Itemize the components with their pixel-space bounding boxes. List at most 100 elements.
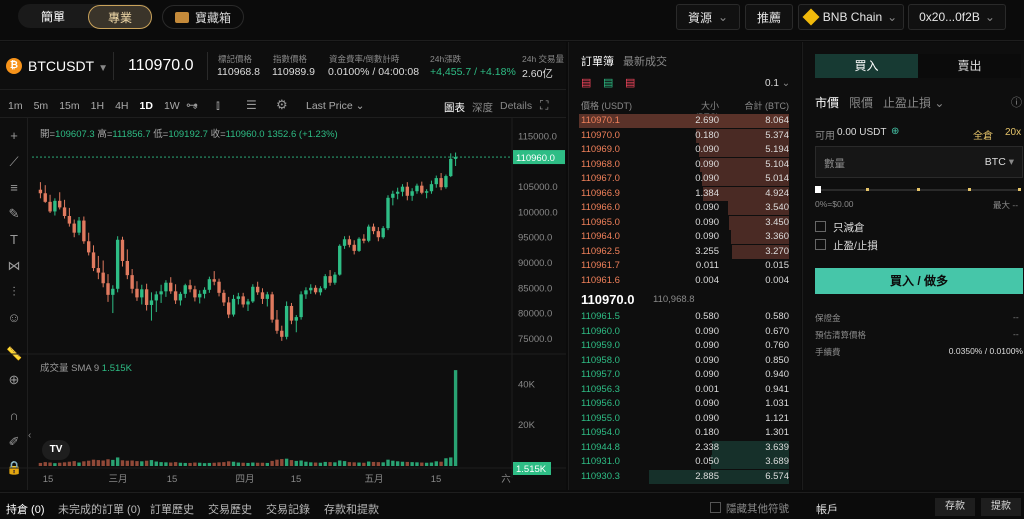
tab-details[interactable]: Details [500, 100, 532, 112]
gear-icon[interactable]: ⚙ [276, 97, 288, 113]
buy-long-button[interactable]: 買入 / 做多 [815, 268, 1023, 294]
bid-row[interactable]: 110959.0 0.090 0.760 [569, 339, 801, 353]
bid-row[interactable]: 110954.0 0.180 1.301 [569, 426, 801, 440]
tab-trade-history[interactable]: 交易歷史 [208, 501, 252, 517]
simple-mode-button[interactable]: 簡單 [22, 5, 84, 27]
bid-row[interactable]: 110958.0 0.090 0.850 [569, 354, 801, 368]
candle-body [62, 207, 67, 216]
bid-row[interactable]: 110957.0 0.090 0.940 [569, 368, 801, 382]
candle-body [130, 275, 134, 289]
tab-open-orders[interactable]: 未完成的訂單 (0) [58, 501, 141, 517]
ask-row[interactable]: 110966.9 1.384 4.924 [569, 186, 801, 201]
ask-row[interactable]: 110967.0 0.090 5.014 [569, 172, 801, 186]
ask-row[interactable]: 110966.0 0.090 3.540 [569, 201, 801, 215]
interval-15m[interactable]: 15m [59, 100, 79, 112]
leverage-button[interactable]: 20x [1005, 127, 1021, 138]
add-funds-icon[interactable]: ⊕ [891, 126, 899, 137]
hide-other-symbols-checkbox[interactable] [710, 502, 721, 513]
tab-chart[interactable]: 圖表 [444, 100, 465, 115]
order-type-tpsl[interactable]: 止盈止損 ⌄ [883, 94, 944, 111]
withdraw-button[interactable]: 提款 [981, 498, 1021, 516]
slider-mark-50[interactable] [917, 188, 920, 191]
price: 110956.0 [581, 398, 620, 409]
volume-bar [280, 459, 284, 466]
indicator-settings-icon[interactable]: ⊶ [186, 98, 198, 112]
volume-bar [386, 459, 390, 466]
price: 110969.0 [581, 144, 620, 155]
assets-dropdown[interactable]: 資源 ⌄ [676, 4, 740, 30]
interval-1h[interactable]: 1H [91, 100, 104, 112]
ask-row[interactable]: 110964.0 0.090 3.360 [569, 230, 801, 244]
volume-bar [415, 462, 419, 466]
slider-handle[interactable] [815, 186, 821, 193]
wallet-button[interactable]: 0x20...0f2B ⌄ [908, 4, 1006, 30]
tpsl-checkbox[interactable] [815, 239, 826, 250]
candle-type-icon[interactable]: ⫾ [216, 98, 220, 113]
indicators-icon[interactable]: ☰ [246, 98, 257, 112]
price-source-dropdown[interactable]: Last Price ⌄ [306, 100, 364, 112]
tab-deposits-withdrawals[interactable]: 存款和提款 [324, 501, 379, 517]
order-type-market[interactable]: 市價 [815, 94, 839, 111]
price: 110958.0 [581, 354, 620, 366]
bid-row[interactable]: 110931.0 0.050 3.689 [569, 455, 801, 469]
bid-row[interactable]: 110956.0 0.090 1.031 [569, 397, 801, 411]
bid-row[interactable]: 110956.3 0.001 0.941 [569, 383, 801, 397]
ask-row[interactable]: 110965.0 0.090 3.450 [569, 215, 801, 230]
bid-row[interactable]: 110944.8 2.338 3.639 [569, 440, 801, 455]
mark-price-value: 110968.8 [217, 66, 261, 78]
book-asks-only-icon[interactable]: ▤ [625, 76, 635, 89]
slider-mark-25[interactable] [866, 188, 869, 191]
book-bids-only-icon[interactable]: ▤ [603, 76, 613, 89]
interval-1m[interactable]: 1m [8, 100, 23, 112]
tab-depth[interactable]: 深度 [472, 100, 493, 115]
ask-row[interactable]: 110961.7 0.011 0.015 [569, 259, 801, 273]
symbol-selector[interactable]: BTCUSDT ▼ [28, 58, 108, 74]
interval-1d[interactable]: 1D [140, 100, 153, 112]
volume-bar [53, 463, 57, 466]
sell-tab[interactable]: 賣出 [918, 54, 1021, 78]
book-both-sides-icon[interactable]: ▤ [581, 76, 591, 89]
treasure-box-button[interactable]: 寶藏箱 [162, 5, 244, 29]
quantity-unit-dropdown[interactable]: BTC ▾ [985, 156, 1014, 168]
slider-mark-100[interactable] [1018, 188, 1021, 191]
bid-row[interactable]: 110955.0 0.090 1.121 [569, 412, 801, 426]
bid-row[interactable]: 110960.0 0.090 0.670 [569, 325, 801, 339]
volume-bar [111, 459, 115, 466]
bid-row[interactable]: 110961.5 0.580 0.580 [569, 310, 801, 324]
volume-bar [178, 462, 183, 466]
pro-mode-button[interactable]: 專業 [88, 5, 152, 29]
slider-mark-75[interactable] [968, 188, 971, 191]
chain-selector[interactable]: BNB Chain ⌄ [798, 4, 904, 30]
order-type-limit[interactable]: 限價 [849, 94, 873, 111]
price-chart[interactable]: 115000.0 105000.0 100000.0 95000.0 90000.0 85… [0, 118, 566, 490]
quantity-input[interactable]: 數量 BTC ▾ [815, 146, 1023, 178]
precision-dropdown[interactable]: 0.1 ⌄ [765, 78, 790, 89]
candle-body [135, 288, 139, 298]
ask-row[interactable]: 110969.0 0.090 5.194 [569, 143, 801, 157]
volume-bar [91, 459, 96, 466]
ask-row[interactable]: 110961.6 0.004 0.004 [569, 274, 801, 288]
deposit-button[interactable]: 存款 [935, 498, 975, 516]
tab-positions[interactable]: 持倉 (0) [6, 501, 45, 517]
ask-row[interactable]: 110968.0 0.090 5.104 [569, 157, 801, 172]
bid-row[interactable]: 110930.3 2.885 6.574 [569, 469, 801, 484]
fullscreen-icon[interactable]: ⛶ [540, 98, 548, 113]
tab-order-book[interactable]: 訂單簿 [581, 53, 614, 69]
referral-button[interactable]: 推薦 [745, 4, 793, 30]
ask-row[interactable]: 110970.1 2.690 8.064 [569, 114, 801, 128]
price: 110931.0 [581, 456, 620, 467]
interval-1w[interactable]: 1W [164, 100, 180, 112]
reduce-only-checkbox[interactable] [815, 221, 826, 232]
tab-transactions[interactable]: 交易記錄 [266, 501, 310, 517]
candle-body [58, 200, 62, 208]
buy-tab[interactable]: 買入 [815, 54, 918, 78]
tab-recent-trades[interactable]: 最新成交 [623, 53, 667, 69]
interval-4h[interactable]: 4H [115, 100, 128, 112]
interval-5m[interactable]: 5m [34, 100, 49, 112]
margin-mode-button[interactable]: 全倉 [973, 127, 993, 142]
tab-order-history[interactable]: 訂單歷史 [150, 501, 194, 517]
ask-row[interactable]: 110962.5 3.255 3.270 [569, 244, 801, 259]
info-icon[interactable]: ⓘ [1011, 94, 1022, 110]
ask-row[interactable]: 110970.0 0.180 5.374 [569, 128, 801, 143]
volume-bar [338, 460, 342, 466]
